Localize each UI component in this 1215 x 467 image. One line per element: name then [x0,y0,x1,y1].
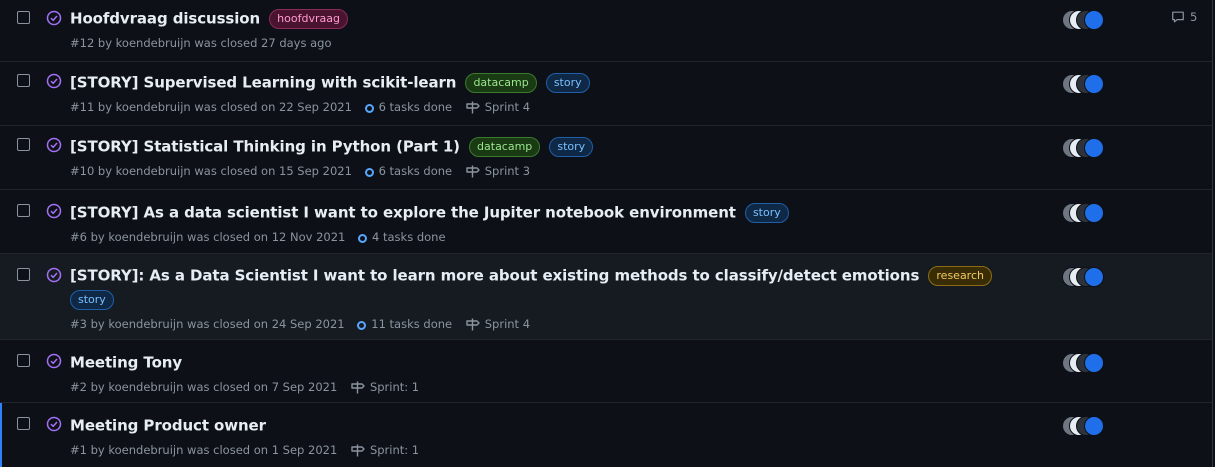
issue-title[interactable]: [STORY] As a data scientist I want to ex… [70,204,736,222]
issue-checkbox[interactable] [17,138,30,151]
avatar [1084,74,1104,94]
issue-closed-icon [46,10,62,26]
assignee-avatars[interactable] [1062,416,1106,436]
assignee-avatars[interactable] [1062,203,1106,223]
milestone-icon [466,318,480,330]
milestone-icon [351,381,365,393]
issue-checkbox[interactable] [17,204,30,217]
label-badge[interactable]: datacamp [465,72,537,93]
issue-checkbox[interactable] [17,417,30,430]
issue-meta-text: #1 by koendebruijn was closed on 1 Sep 2… [70,442,338,457]
issue-closed-icon [46,137,62,153]
tasks-text: 6 tasks done [378,99,453,114]
avatar [1084,10,1104,30]
label-badge[interactable]: story [549,136,594,157]
avatar [1084,138,1104,158]
label-badge[interactable]: hoofdvraag [269,8,348,29]
milestone-text: Sprint 4 [484,99,531,114]
milestone-link[interactable]: Sprint: 1 [350,443,419,457]
assignee-avatars[interactable] [1062,353,1106,373]
milestone-text: Sprint: 1 [369,379,420,394]
avatar [1084,203,1104,223]
issue-checkbox[interactable] [17,354,30,367]
label-badge[interactable]: story [744,202,789,223]
issue-closed-icon [46,416,62,432]
issue-title[interactable]: [STORY]: As a Data Scientist I want to l… [70,267,919,285]
assignee-avatars[interactable] [1062,10,1106,30]
task-progress-icon [364,167,374,177]
issue-meta: #2 by koendebruijn was closed on 7 Sep 2… [70,378,1072,396]
issue-closed-icon [46,203,62,219]
task-progress-icon [357,320,367,330]
milestone-icon [466,101,480,113]
issue-title[interactable]: Meeting Tony [70,354,182,372]
tasks-progress[interactable]: 6 tasks done [364,99,453,114]
issue-meta-text: #10 by koendebruijn was closed on 15 Sep… [70,163,352,178]
issue-meta-text: #2 by koendebruijn was closed on 7 Sep 2… [70,379,338,394]
issue-meta: #3 by koendebruijn was closed on 24 Sep … [70,315,1072,333]
issue-list: Hoofdvraag discussion hoofdvraag #12 by … [0,0,1215,467]
issue-closed-icon [46,267,62,283]
issue-meta: #12 by koendebruijn was closed 27 days a… [70,34,1072,52]
issue-checkbox[interactable] [17,11,30,24]
tasks-progress[interactable]: 4 tasks done [358,230,446,244]
issue-meta-text: #11 by koendebruijn was closed on 22 Sep… [70,99,352,114]
issue-title[interactable]: Hoofdvraag discussion [70,10,260,28]
issue-checkbox[interactable] [17,74,30,87]
milestone-text: Sprint: 1 [369,442,420,457]
issue-meta-text: #3 by koendebruijn was closed on 24 Sep … [70,316,345,331]
issue-meta: #11 by koendebruijn was closed on 22 Sep… [70,98,1072,116]
issue-closed-icon [46,73,62,89]
task-progress-icon [364,103,374,113]
label-badge[interactable]: research [928,265,992,286]
tasks-progress[interactable]: 11 tasks done [357,317,452,331]
assignee-avatars[interactable] [1062,267,1106,287]
tasks-text: 11 tasks done [371,316,453,331]
avatar [1084,267,1104,287]
milestone-text: Sprint 4 [484,316,531,331]
assignee-avatars[interactable] [1062,74,1106,94]
issue-checkbox[interactable] [17,268,30,281]
tasks-progress[interactable]: 6 tasks done [364,163,453,178]
comment-count: 5 [1190,10,1198,24]
avatar [1084,353,1104,373]
issue-closed-icon [46,353,62,369]
task-progress-icon [358,233,368,243]
issue-meta-text: #6 by koendebruijn was closed on 12 Nov … [70,229,346,244]
milestone-link[interactable]: Sprint 4 [465,100,530,114]
milestone-icon [351,444,365,456]
issue-row[interactable]: [STORY] Supervised Learning with scikit-… [0,62,1213,126]
issue-row[interactable]: Hoofdvraag discussion hoofdvraag #12 by … [0,0,1213,62]
milestone-icon [466,165,480,177]
issue-row[interactable]: Meeting Product owner #1 by koendebruijn… [0,403,1213,467]
issue-title[interactable]: [STORY] Statistical Thinking in Python (… [70,138,460,156]
milestone-link[interactable]: Sprint 4 [465,317,530,331]
milestone-link[interactable]: Sprint: 1 [350,380,419,394]
issue-row[interactable]: Meeting Tony #2 by koendebruijn was clos… [0,340,1213,403]
issue-title[interactable]: Meeting Product owner [70,417,266,435]
comments-link[interactable]: 5 [1171,10,1197,24]
issue-meta: #1 by koendebruijn was closed on 1 Sep 2… [70,441,1072,459]
assignee-avatars[interactable] [1062,138,1106,158]
issue-title[interactable]: [STORY] Supervised Learning with scikit-… [70,74,456,92]
label-badge[interactable]: story [545,72,590,93]
issue-row[interactable]: [STORY] As a data scientist I want to ex… [0,190,1213,254]
avatar [1084,416,1104,436]
issue-meta: #10 by koendebruijn was closed on 15 Sep… [70,162,1072,180]
tasks-text: 6 tasks done [378,163,453,178]
issue-meta-text: #12 by koendebruijn was closed 27 days a… [70,35,332,50]
label-badge[interactable]: datacamp [469,136,541,157]
milestone-text: Sprint 3 [484,163,531,178]
milestone-link[interactable]: Sprint 3 [465,164,530,178]
issue-meta: #6 by koendebruijn was closed on 12 Nov … [70,228,1072,246]
issue-row[interactable]: [STORY] Statistical Thinking in Python (… [0,126,1213,190]
issue-row[interactable]: [STORY]: As a Data Scientist I want to l… [0,254,1213,340]
tasks-text: 4 tasks done [372,229,446,244]
label-badge[interactable]: story [70,290,114,310]
comment-icon [1172,11,1184,23]
